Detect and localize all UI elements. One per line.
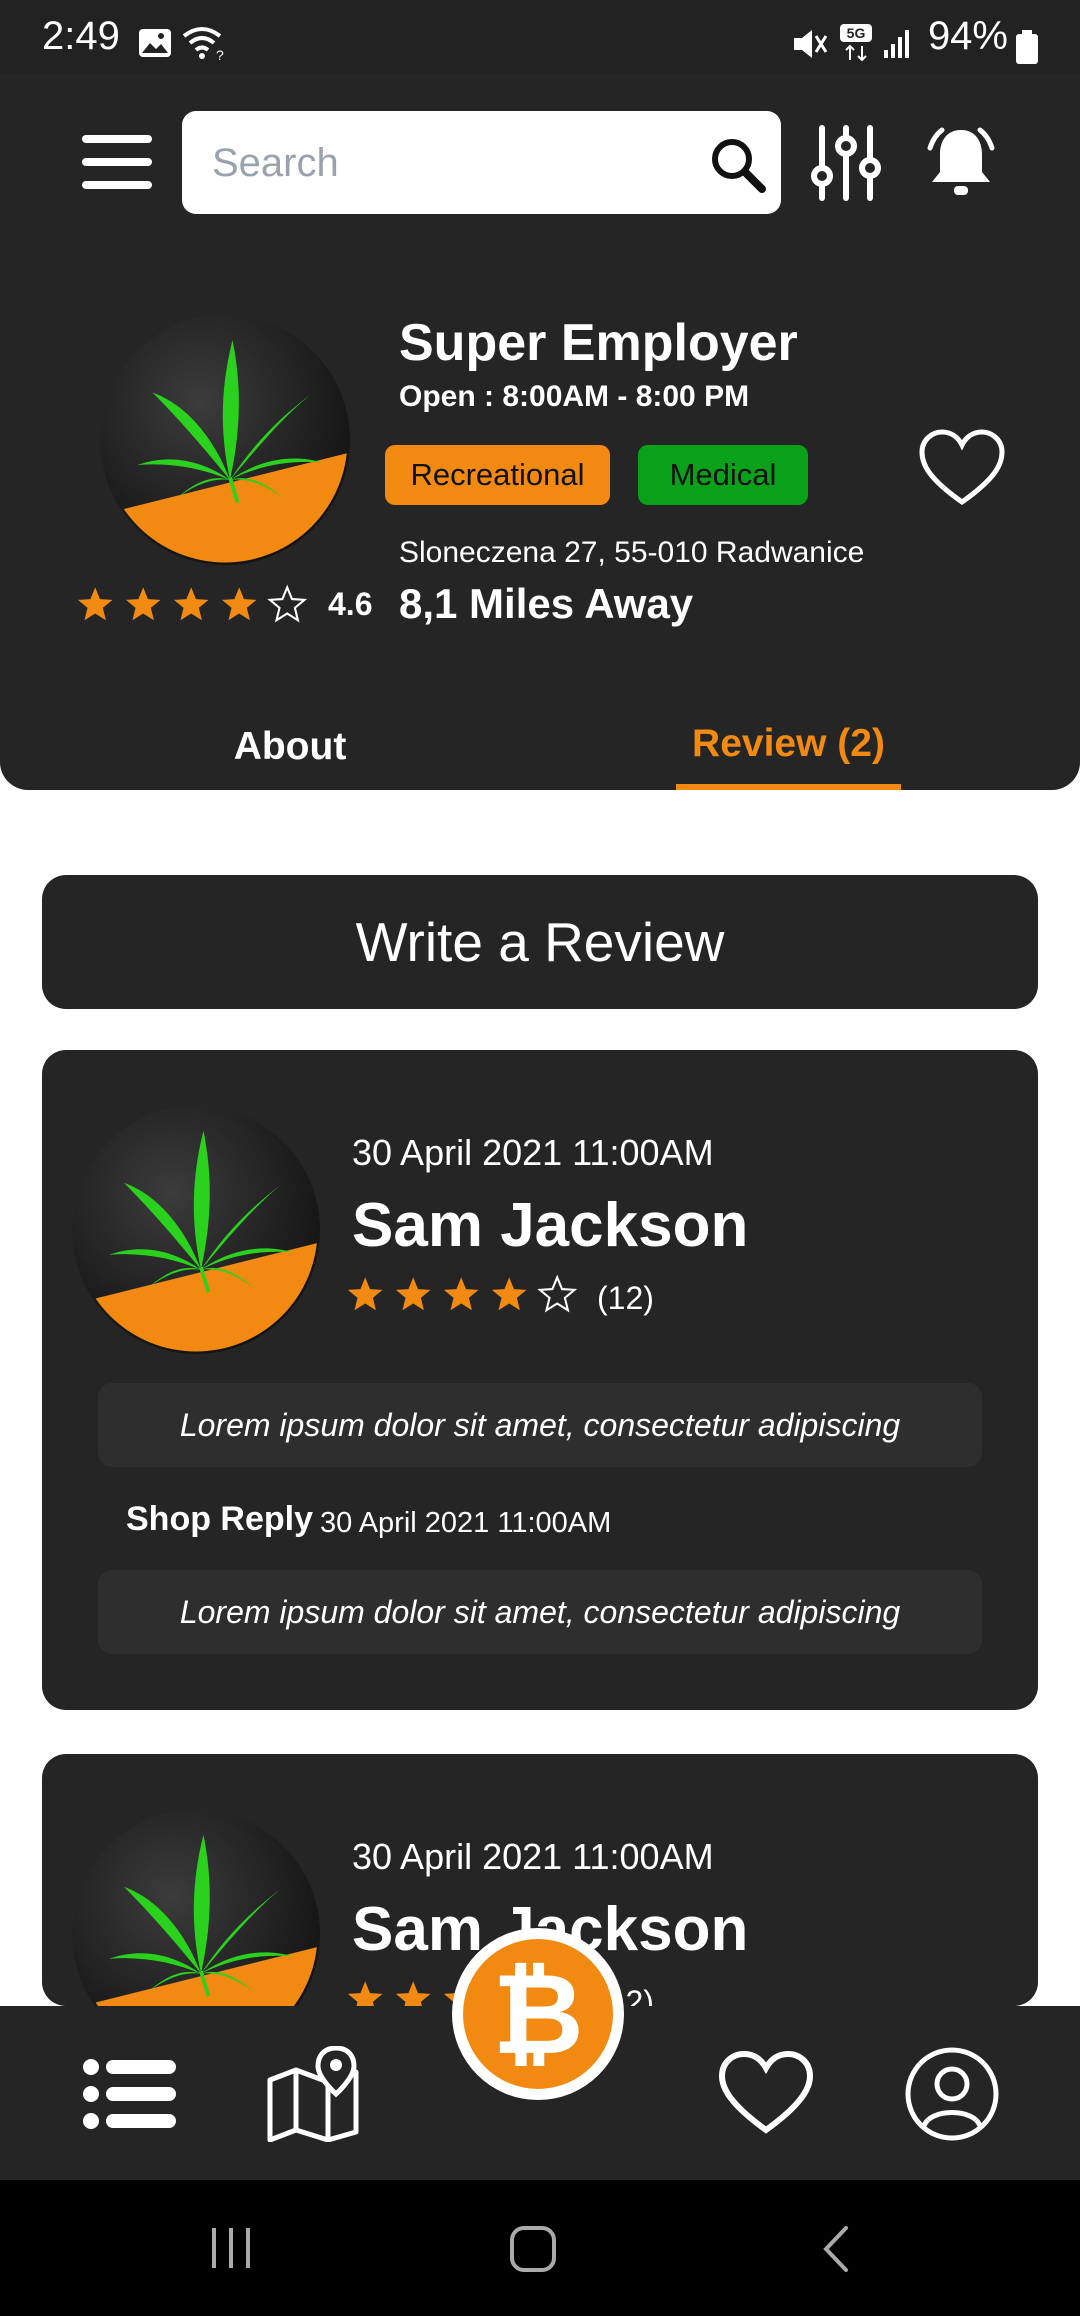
map-icon[interactable] [266,2046,362,2142]
status-bar: 2:49 ? 5G 94% [0,0,1080,74]
search-bar [182,111,781,216]
review-date: 30 April 2021 11:00AM [352,1836,714,1877]
bitcoin-button[interactable]: ₿ [452,1928,624,2100]
bell-icon[interactable] [924,124,998,202]
tab-active-indicator [676,784,901,790]
reviewer-name: Sam Jackson [352,1191,749,1260]
shop-reply-comment: Lorem ipsum dolor sit amet, consectetur … [98,1570,982,1654]
shop-hours: Open : 8:00AM - 8:00 PM [399,380,750,413]
tag-recreational: Recreational [385,445,610,505]
status-time: 2:49 [42,14,120,58]
review-comment: Lorem ipsum dolor sit amet, consectetur … [98,1383,982,1467]
battery-percent: 94% [927,14,1008,58]
signal-icon [884,30,909,58]
svg-text:5G: 5G [847,25,866,41]
shop-reply-date: 30 April 2021 11:00AM [320,1507,612,1539]
star-icon [77,586,306,622]
bitcoin-icon: ₿ [463,1939,613,2089]
review-card: 30 April 2021 11:00AM Sam Jackson (12) L… [42,1050,1038,1710]
recent-apps-icon[interactable] [208,2226,254,2270]
battery-icon [1016,30,1038,64]
menu-icon[interactable] [82,133,152,191]
shop-address: Sloneczena 27, 55-010 Radwanice [399,536,865,569]
filter-icon[interactable] [810,124,882,202]
shop-rating-value: 4.6 [328,586,373,622]
gallery-icon [139,29,171,57]
favorite-heart-icon[interactable] [918,428,1006,508]
tag-medical: Medical [638,445,808,505]
list-icon[interactable] [82,2058,176,2130]
reviewer-avatar [72,1810,320,2006]
home-icon[interactable] [508,2224,558,2274]
mute-icon [794,30,828,58]
search-icon[interactable] [710,137,766,193]
tab-about[interactable]: About [190,725,390,769]
favorites-heart-icon[interactable] [718,2050,814,2136]
reviewer-avatar [72,1106,320,1354]
5g-icon: 5G [840,24,872,62]
wifi-icon: ? [182,27,224,62]
review-count: (12) [597,1280,654,1316]
shop-name: Super Employer [399,314,798,372]
review-date: 30 April 2021 11:00AM [352,1132,714,1173]
profile-icon[interactable] [904,2046,1000,2142]
shop-rating-stars [76,582,316,631]
shop-reply-label: Shop Reply [126,1500,314,1538]
search-input[interactable] [210,111,694,216]
shop-distance: 8,1 Miles Away [399,580,694,627]
system-nav-bar [0,2180,1080,2316]
svg-text:?: ? [216,47,224,62]
star-icon [347,1276,576,1312]
back-icon[interactable] [818,2224,854,2274]
shop-logo [100,315,350,565]
tab-review[interactable]: Review (2) [676,722,901,766]
write-review-button[interactable]: Write a Review [42,875,1038,1009]
